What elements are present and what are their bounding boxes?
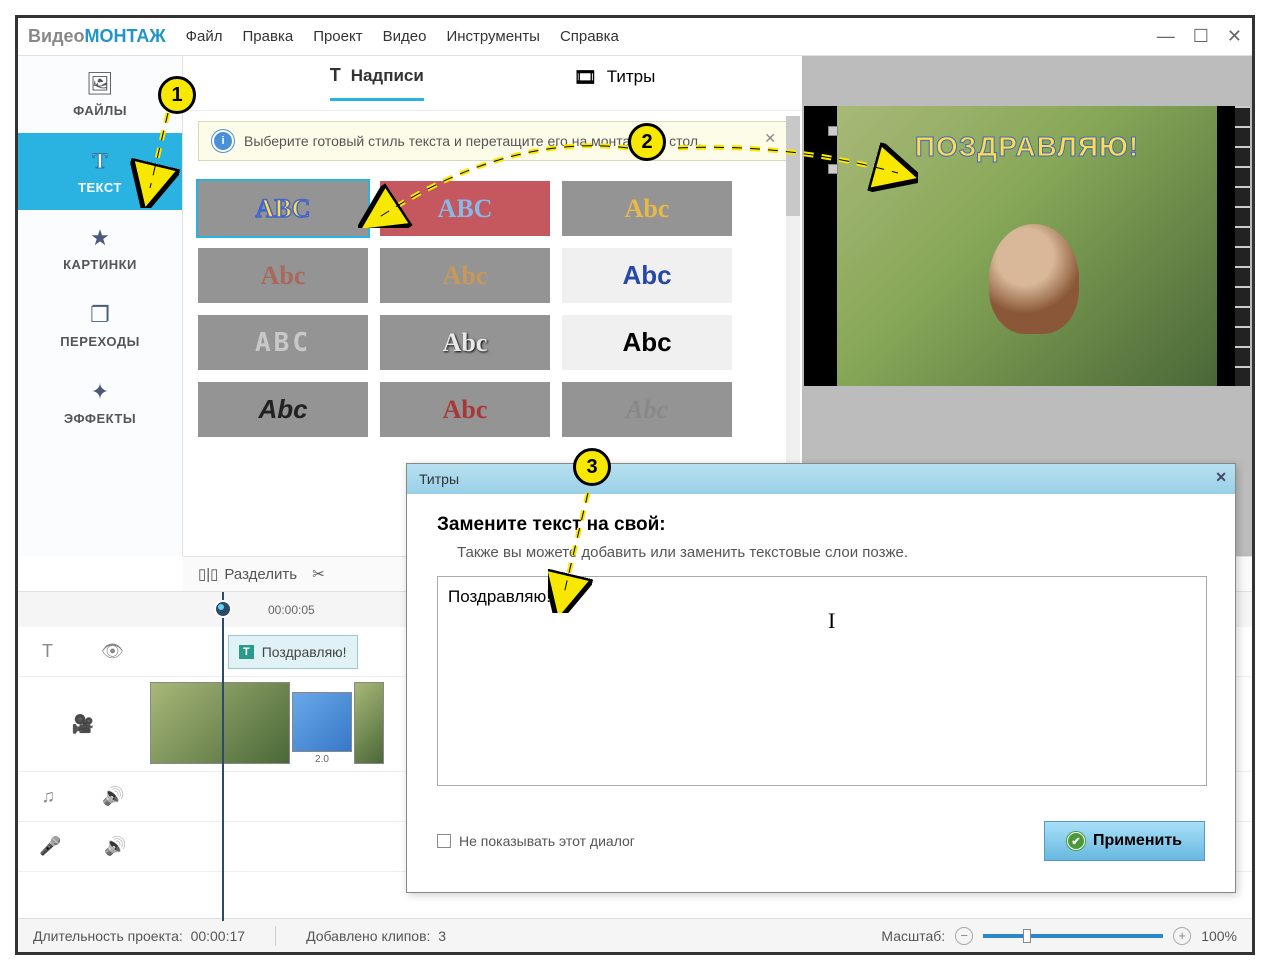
annotation-arrow-3: [548, 483, 608, 613]
menu-project[interactable]: Проект: [313, 28, 362, 45]
sidebar-item-effects[interactable]: ✦ ЭФФЕКТЫ: [18, 364, 182, 441]
app-logo: ВидеоМОНТАЖ: [28, 26, 166, 47]
style-preset-9[interactable]: Abc: [562, 315, 732, 370]
checkbox-icon[interactable]: [437, 834, 451, 848]
close-icon[interactable]: ✕: [1227, 26, 1242, 47]
annotation-arrow-1: [128, 98, 188, 208]
music-track-icon: [42, 786, 56, 807]
sidebar-transitions-label: ПЕРЕХОДЫ: [60, 334, 140, 349]
zoom-label: Масштаб:: [881, 928, 945, 944]
zoom-handle[interactable]: [1023, 929, 1031, 943]
menu-video[interactable]: Видео: [383, 28, 427, 45]
split-label: Разделить: [224, 566, 297, 583]
style-preset-11[interactable]: Abc: [380, 382, 550, 437]
style-preset-6[interactable]: Abc: [562, 248, 732, 303]
statusbar: Длительность проекта: 00:00:17 Добавлено…: [18, 918, 1252, 952]
video-thumb-1[interactable]: [150, 682, 290, 764]
film-icon: [574, 67, 597, 88]
text-clip-label: Поздравляю!: [262, 644, 347, 660]
titles-dialog: Титры ✕ Замените текст на свой: Также вы…: [406, 463, 1236, 893]
mic-track-icon: [39, 836, 61, 857]
style-preset-8[interactable]: Abc: [380, 315, 550, 370]
annotation-arrow-2b: [668, 133, 918, 193]
sidebar-effects-label: ЭФФЕКТЫ: [64, 411, 136, 426]
cut-button[interactable]: [312, 565, 325, 583]
tab-captions-label: Надписи: [351, 66, 424, 86]
video-clip-group[interactable]: 2.0: [150, 682, 384, 764]
style-preset-12[interactable]: Abc: [562, 382, 732, 437]
info-icon: i: [214, 132, 232, 150]
sidebar-item-pictures[interactable]: КАРТИНКИ: [18, 210, 182, 287]
logo-part-b: МОНТАЖ: [85, 26, 166, 46]
annotation-badge-2: 2: [628, 123, 666, 161]
dont-show-checkbox[interactable]: Не показывать этот диалог: [437, 833, 635, 849]
menu-tools[interactable]: Инструменты: [446, 28, 540, 45]
zoom-in-button[interactable]: +: [1173, 927, 1191, 945]
tab-captions[interactable]: T Надписи: [330, 65, 424, 101]
transition-duration: 2.0: [293, 754, 351, 765]
menubar: ВидеоМОНТАЖ Файл Правка Проект Видео Инс…: [18, 18, 1252, 56]
sidebar-pictures-label: КАРТИНКИ: [63, 257, 137, 272]
style-preset-4[interactable]: Abc: [198, 248, 368, 303]
split-icon: ▯|▯: [198, 565, 218, 583]
transition-thumb[interactable]: 2.0: [292, 692, 352, 752]
style-preset-10[interactable]: Abc: [198, 382, 368, 437]
check-icon: ✔: [1067, 832, 1085, 850]
annotation-badge-1: 1: [158, 76, 196, 114]
annotation-arrow-2a: [358, 128, 638, 228]
zoom-out-button[interactable]: −: [955, 927, 973, 945]
apply-button[interactable]: ✔ Применить: [1044, 821, 1205, 861]
maximize-icon[interactable]: ☐: [1193, 26, 1209, 47]
dont-show-label: Не показывать этот диалог: [459, 833, 635, 849]
text-cursor-icon: I: [828, 608, 835, 634]
split-button[interactable]: ▯|▯ Разделить: [198, 565, 297, 583]
annotation-badge-3: 3: [573, 448, 611, 486]
duration-value: 00:00:17: [191, 928, 246, 944]
text-track-icon: T: [42, 641, 53, 662]
minimize-icon[interactable]: —: [1157, 26, 1175, 47]
style-preset-5[interactable]: Abc: [380, 248, 550, 303]
preview-bars-right: [1235, 106, 1250, 386]
star-icon: [18, 225, 182, 251]
menu-edit[interactable]: Правка: [243, 28, 294, 45]
zoom-slider[interactable]: [983, 934, 1163, 938]
video-track-icon: [72, 714, 94, 735]
playhead[interactable]: [222, 592, 224, 921]
dialog-title-text: Титры: [419, 471, 459, 487]
ruler-mark: 00:00:05: [268, 603, 315, 617]
mute-toggle[interactable]: [104, 836, 126, 857]
zoom-value: 100%: [1201, 928, 1237, 944]
effects-icon: ✦: [18, 379, 182, 405]
tab-titles[interactable]: Титры: [574, 67, 655, 100]
text-clip[interactable]: T Поздравляю!: [228, 635, 358, 669]
sidebar-item-transitions[interactable]: ПЕРЕХОДЫ: [18, 287, 182, 364]
style-preset-7[interactable]: ABC: [198, 315, 368, 370]
tab-titles-label: Титры: [607, 67, 656, 87]
logo-part-a: Видео: [28, 26, 85, 46]
sidebar-files-label: ФАЙЛЫ: [73, 103, 127, 118]
mute-toggle[interactable]: [102, 786, 124, 807]
t-icon: T: [330, 65, 341, 86]
menu-file[interactable]: Файл: [186, 28, 223, 45]
preview-subject: [989, 224, 1079, 334]
sidebar-text-label: ТЕКСТ: [78, 180, 122, 195]
visibility-toggle[interactable]: [101, 641, 124, 662]
apply-label: Применить: [1093, 832, 1182, 850]
dialog-close-icon[interactable]: ✕: [1215, 469, 1227, 486]
transitions-icon: [18, 302, 182, 328]
duration-label: Длительность проекта:: [33, 928, 183, 944]
dialog-titlebar[interactable]: Титры ✕: [407, 464, 1235, 494]
video-thumb-2[interactable]: [354, 682, 384, 764]
text-clip-icon: T: [239, 645, 254, 659]
clips-label: Добавлено клипов:: [306, 928, 430, 944]
menu-help[interactable]: Справка: [560, 28, 619, 45]
clips-value: 3: [438, 928, 446, 944]
style-preset-1[interactable]: ABC: [198, 181, 368, 236]
